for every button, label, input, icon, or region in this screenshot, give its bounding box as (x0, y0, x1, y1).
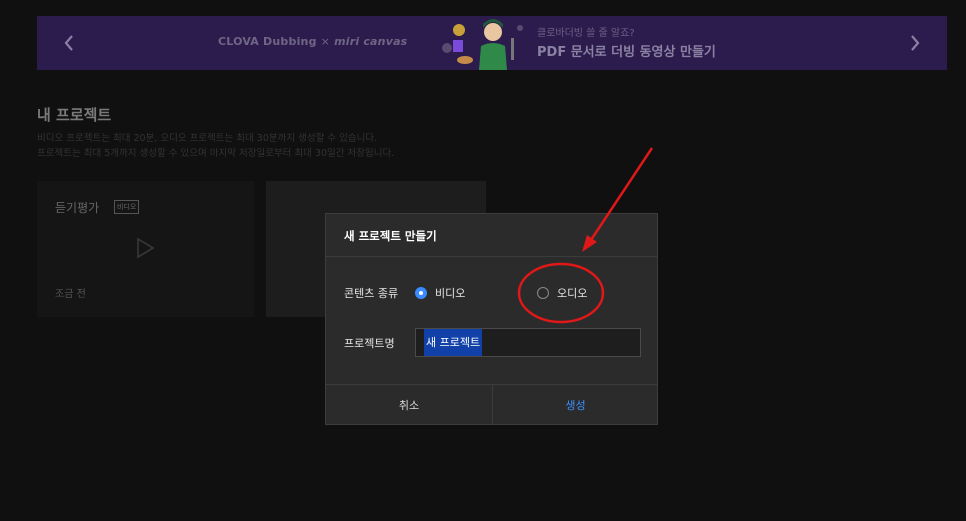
dialog-title: 새 프로젝트 만들기 (344, 229, 437, 243)
banner-next-button[interactable] (895, 16, 935, 70)
project-type-badge: 비디오 (114, 200, 140, 214)
promo-title[interactable]: PDF 문서로 더빙 동영상 만들기 (537, 41, 716, 60)
page-title: 내 프로젝트 (37, 106, 112, 124)
project-name-input[interactable]: 새 프로젝트 (415, 328, 641, 357)
content-type-label: 콘텐츠 종류 (344, 287, 399, 300)
section-desc-line1: 비디오 프로젝트는 최대 20분, 오디오 프로젝트는 최대 30분까지 생성할… (37, 133, 378, 144)
project-time: 조금 전 (55, 289, 86, 300)
project-title: 듣기평가 (55, 201, 100, 215)
radio-audio[interactable]: 오디오 (537, 285, 587, 301)
radio-unchecked-icon (537, 287, 549, 299)
dialog-divider (326, 256, 657, 257)
banner-prev-button[interactable] (49, 16, 89, 70)
section-desc-line2: 프로젝트는 최대 5개까지 생성할 수 있으며 마지막 저장일로부터 최대 30… (37, 148, 395, 159)
create-button[interactable]: 생성 (493, 385, 658, 425)
banner-illustration (442, 19, 523, 70)
banner-brand: CLOVA Dubbing × miri canvas (218, 35, 407, 48)
radio-video-label: 비디오 (435, 287, 466, 300)
new-project-dialog: 새 프로젝트 만들기 콘텐츠 종류 비디오 오디오 프로젝트명 새 프로젝트 취… (325, 213, 658, 425)
chevron-right-icon (911, 35, 920, 51)
radio-checked-icon (415, 287, 427, 299)
project-name-value: 새 프로젝트 (424, 329, 483, 356)
radio-audio-label: 오디오 (557, 287, 588, 300)
promo-subtitle: 클로바더빙 쓸 줄 알죠? (537, 28, 635, 39)
radio-video[interactable]: 비디오 (415, 285, 465, 301)
brand-clova: CLOVA Dubbing (218, 35, 317, 48)
chevron-left-icon (64, 35, 73, 51)
promo-banner[interactable]: CLOVA Dubbing × miri canvas 클로바더빙 쓸 줄 알죠? … (37, 16, 947, 70)
brand-miri: miri canvas (334, 35, 408, 48)
project-card[interactable]: 듣기평가 비디오 조금 전 (37, 181, 254, 317)
brand-x: × (320, 35, 331, 48)
cancel-button[interactable]: 취소 (326, 385, 492, 425)
project-name-label: 프로젝트명 (344, 337, 395, 350)
play-icon (137, 237, 155, 259)
